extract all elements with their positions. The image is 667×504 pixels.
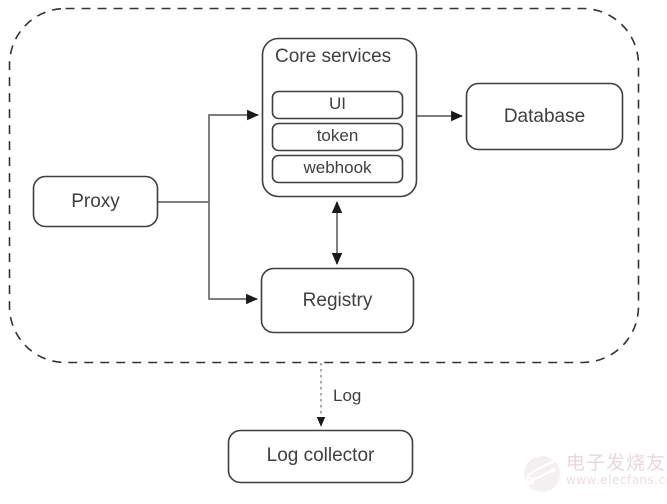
diagram-canvas: Core services UI token webhook Database … (0, 0, 667, 504)
node-registry[interactable] (260, 267, 415, 334)
edge-proxy-to-core-services (208, 109, 259, 202)
node-database[interactable] (465, 82, 624, 151)
node-core-services-ui[interactable] (271, 90, 404, 120)
node-core-services-webhook[interactable] (271, 154, 404, 184)
node-log-collector[interactable] (227, 429, 414, 484)
edge-proxy-to-registry (208, 202, 258, 305)
node-core-services-token[interactable] (271, 122, 404, 152)
node-proxy[interactable] (32, 175, 159, 228)
diagram-graphics (8, 7, 640, 484)
edge-label-log: Log (333, 386, 362, 405)
